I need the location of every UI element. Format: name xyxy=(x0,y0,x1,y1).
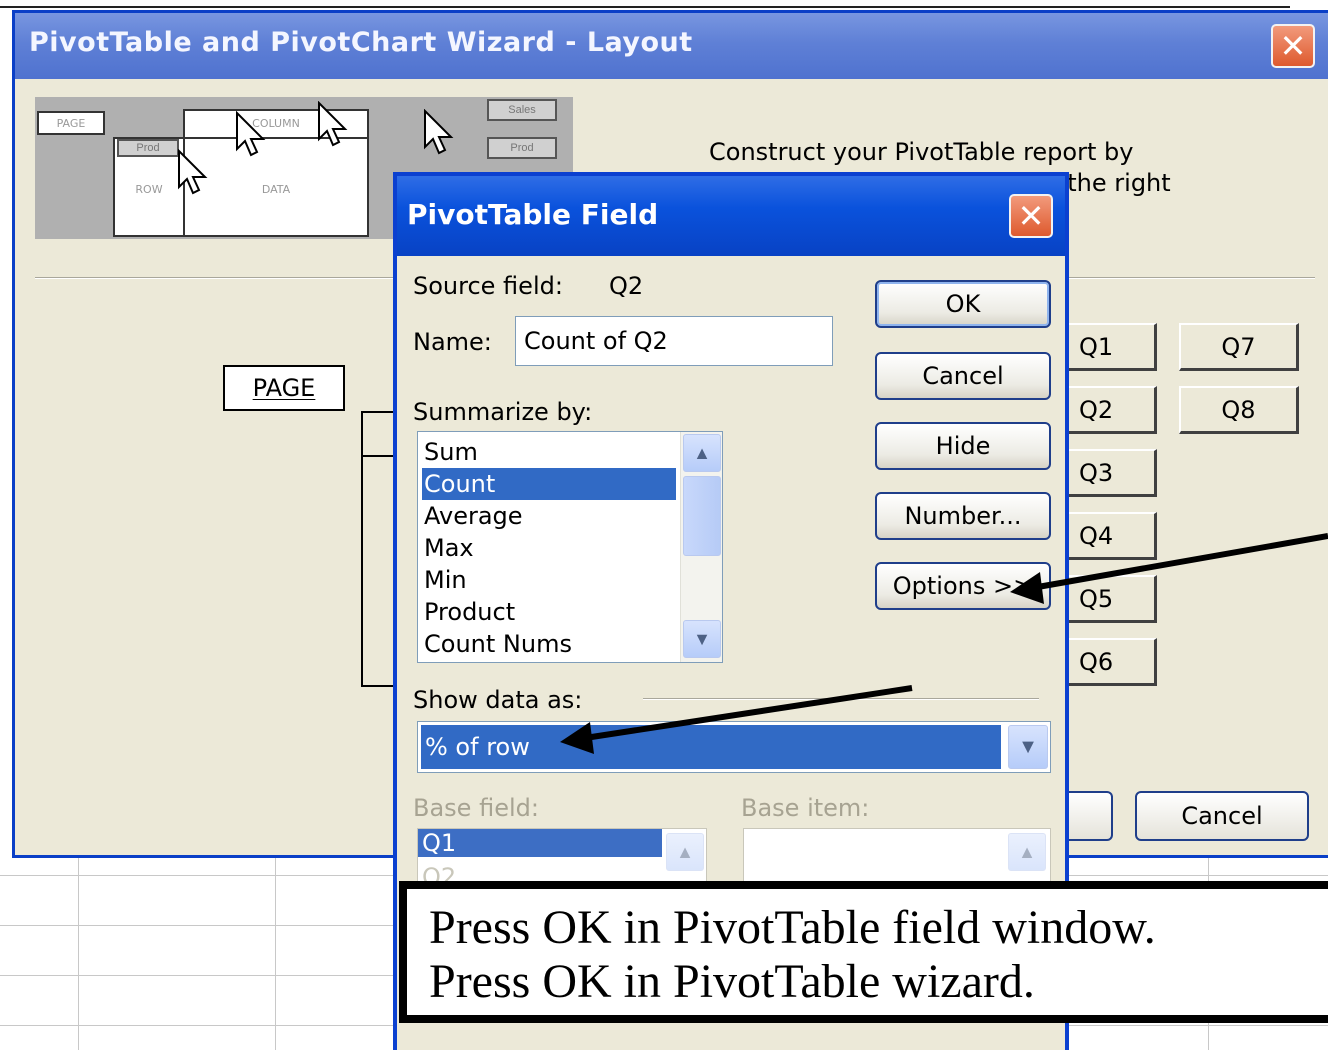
arrow-head-icon xyxy=(1010,572,1044,604)
arrow-head-icon xyxy=(560,722,594,754)
arrow-to-show-data xyxy=(584,685,913,741)
arrow-to-options xyxy=(1031,533,1328,591)
instruction-caption: Press OK in PivotTable field window. Pre… xyxy=(399,881,1328,1023)
caption-line-2: Press OK in PivotTable wizard. xyxy=(429,955,1035,1008)
caption-line-1: Press OK in PivotTable field window. xyxy=(429,901,1156,954)
